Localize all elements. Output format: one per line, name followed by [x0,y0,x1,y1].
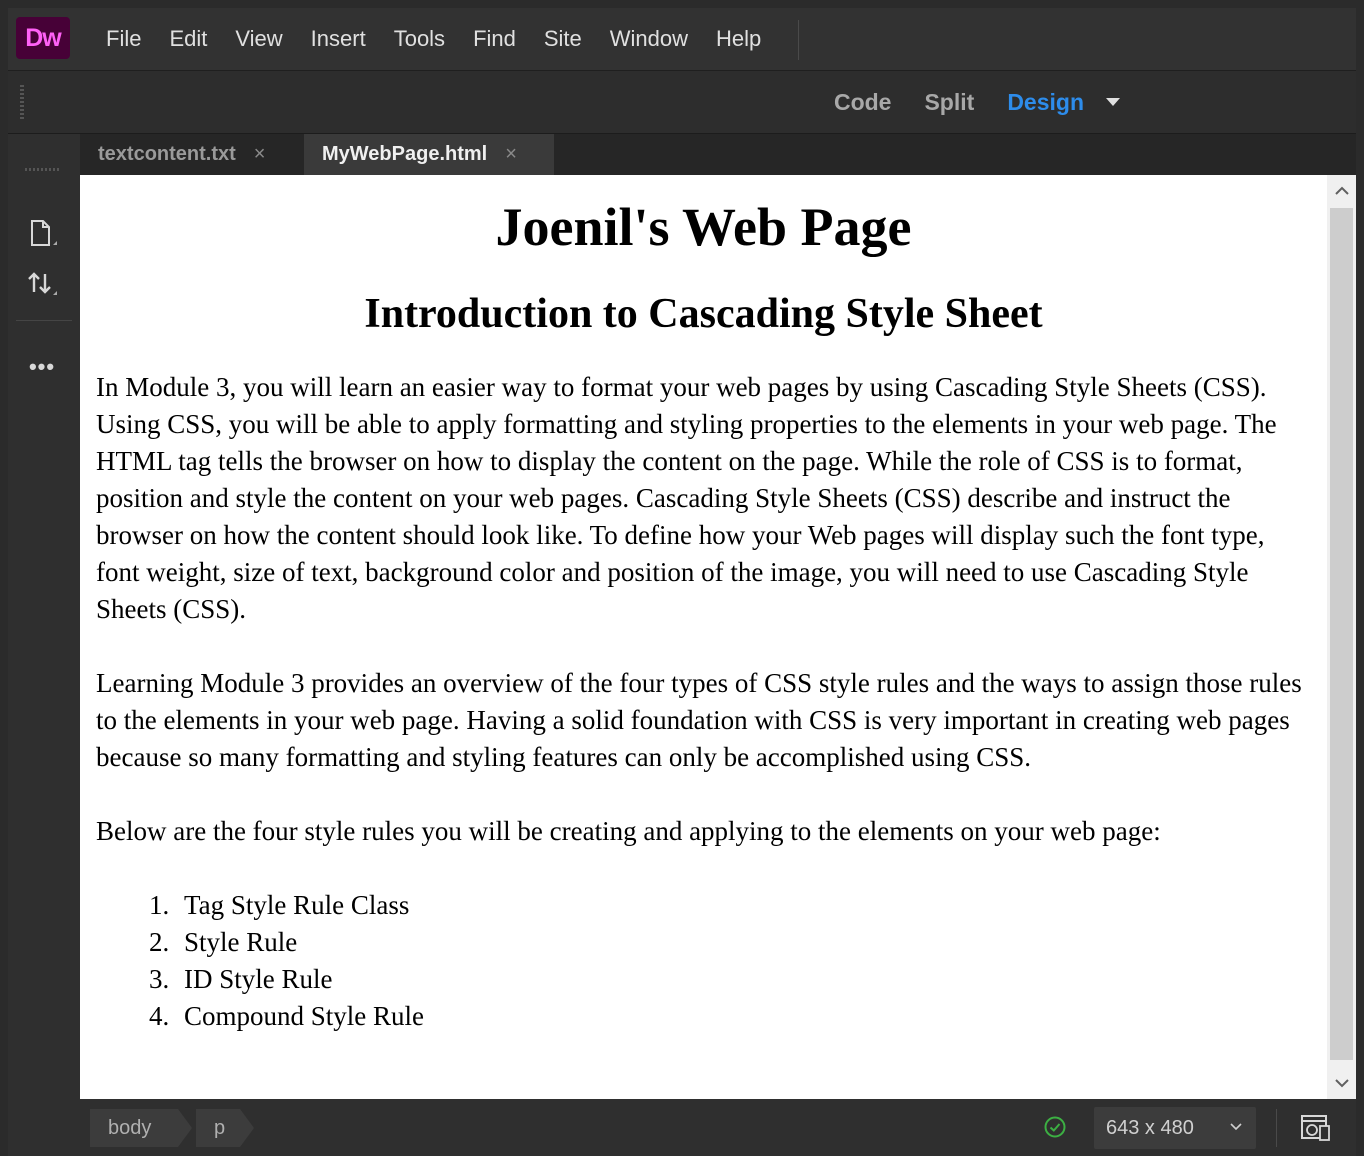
left-toolbar: ••• [8,134,80,1156]
view-toolbar: Code Split Design [8,71,1356,134]
view-mode-switcher: Code Split Design [801,71,1120,133]
paragraph-2[interactable]: Learning Module 3 provides an overview o… [80,665,1327,776]
vertical-scrollbar[interactable] [1327,175,1356,1099]
tab-textcontent[interactable]: textcontent.txt × [80,134,304,175]
style-rules-list: Tag Style Rule Class Style Rule ID Style… [80,887,1327,1035]
left-toolbar-grip-handle[interactable] [25,168,61,171]
breadcrumb-body[interactable]: body [90,1109,192,1147]
menu-bar: Dw File Edit View Insert Tools Find Site… [8,8,1356,71]
sort-arrows-icon[interactable] [26,268,60,302]
tab-mywebpage[interactable]: MyWebPage.html × [304,134,554,175]
tab-label: textcontent.txt [98,143,236,165]
breadcrumb-p[interactable]: p [196,1109,254,1147]
scroll-up-icon[interactable] [1327,177,1356,205]
real-time-preview-icon[interactable] [1300,1113,1332,1143]
menu-edit[interactable]: Edit [155,26,221,52]
toolbar-grip-handle[interactable] [20,85,24,119]
code-view-button[interactable]: Code [834,89,892,116]
dreamweaver-window: Dw File Edit View Insert Tools Find Site… [8,8,1356,1156]
scroll-down-icon[interactable] [1327,1069,1356,1097]
menu-divider [798,20,799,60]
more-icon[interactable]: ••• [22,350,62,384]
tab-label: MyWebPage.html [322,143,488,165]
list-item[interactable]: Tag Style Rule Class [176,887,1327,924]
window-size-select[interactable]: 643 x 480 [1094,1107,1256,1149]
page-heading-h1[interactable]: Joenil's Web Page [80,195,1327,259]
paragraph-1[interactable]: In Module 3, you will learn an easier wa… [80,369,1327,628]
list-item[interactable]: Style Rule [176,924,1327,961]
split-view-button[interactable]: Split [924,89,974,116]
left-toolbar-divider [16,320,72,321]
main-menu: File Edit View Insert Tools Find Site Wi… [92,8,775,70]
view-mode-dropdown-caret-icon[interactable] [1106,98,1120,106]
check-circle-icon [1044,1116,1066,1138]
menu-file[interactable]: File [92,26,155,52]
close-icon[interactable]: × [505,143,517,166]
menu-site[interactable]: Site [530,26,596,52]
status-divider [1276,1109,1277,1147]
close-icon[interactable]: × [254,143,266,166]
menu-find[interactable]: Find [459,26,530,52]
page-heading-h2[interactable]: Introduction to Cascading Style Sheet [80,289,1327,339]
scrollbar-thumb[interactable] [1330,208,1353,1060]
paragraph-3[interactable]: Below are the four style rules you will … [80,813,1327,850]
status-bar: body p 643 x 480 [80,1099,1356,1156]
app-logo: Dw [16,17,70,59]
list-item[interactable]: ID Style Rule [176,961,1327,998]
design-view-canvas[interactable]: Joenil's Web Page Introduction to Cascad… [80,175,1327,1099]
file-icon[interactable] [26,218,60,252]
chevron-down-icon [1230,1123,1242,1131]
menu-help[interactable]: Help [702,26,775,52]
menu-tools[interactable]: Tools [380,26,459,52]
document-tab-bar: textcontent.txt × MyWebPage.html × [80,134,1356,175]
menu-insert[interactable]: Insert [297,26,380,52]
list-item[interactable]: Compound Style Rule [176,998,1327,1035]
window-size-value: 643 x 480 [1106,1116,1194,1139]
menu-window[interactable]: Window [596,26,702,52]
menu-view[interactable]: View [221,26,296,52]
design-view-button[interactable]: Design [1007,89,1084,116]
